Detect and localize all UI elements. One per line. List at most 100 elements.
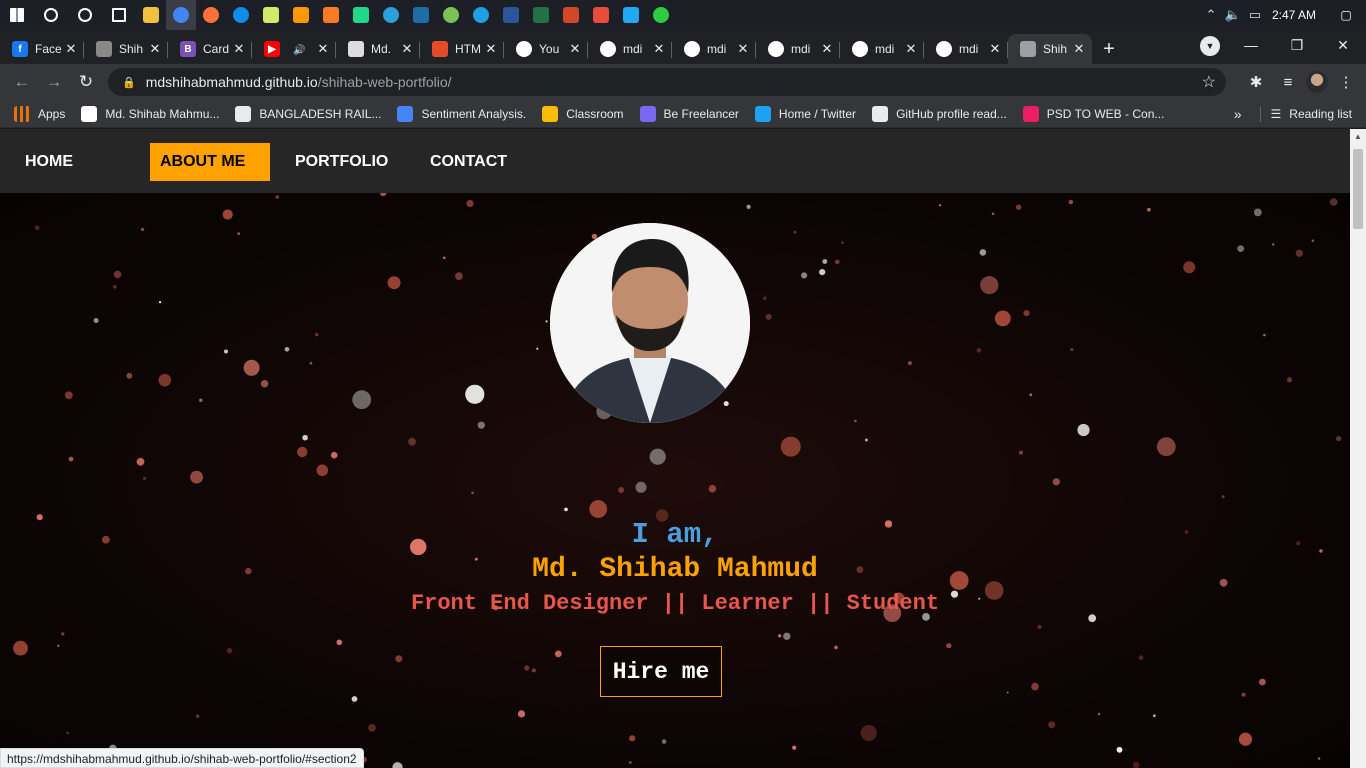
app-icon[interactable] xyxy=(406,0,436,30)
tab-title: Shih xyxy=(119,42,144,56)
cortana-icon[interactable] xyxy=(68,0,102,30)
browser-tab[interactable]: mdi ✕ xyxy=(840,34,924,64)
powerpoint-icon[interactable] xyxy=(556,0,586,30)
minimize-button[interactable]: — xyxy=(1228,30,1274,60)
close-tab-icon[interactable]: ✕ xyxy=(652,41,666,57)
close-tab-icon[interactable]: ✕ xyxy=(1072,41,1086,57)
chevron-up-icon[interactable]: ⌃ xyxy=(1200,0,1222,30)
app-grid-icon[interactable] xyxy=(586,0,616,30)
browser-tab[interactable]: Shih ✕ xyxy=(84,34,168,64)
close-tab-icon[interactable]: ✕ xyxy=(904,41,918,57)
lock-icon[interactable]: 🔒 xyxy=(122,76,136,89)
bookmark-item[interactable]: Md. Shihab Mahmu... xyxy=(81,105,219,122)
bookmark-item[interactable]: PSD TO WEB - Con... xyxy=(1022,105,1165,122)
extensions-icon[interactable]: ✱ xyxy=(1242,68,1270,96)
browser-tab[interactable]: HTM ✕ xyxy=(420,34,504,64)
menu-icon[interactable]: ⋮ xyxy=(1332,68,1360,96)
browser-tab[interactable]: mdi ✕ xyxy=(672,34,756,64)
network-icon[interactable]: ▭ xyxy=(1244,0,1266,30)
media-control-icon[interactable]: ≡ xyxy=(1274,68,1302,96)
close-tab-icon[interactable]: ✕ xyxy=(148,41,162,57)
tab-search-icon[interactable]: ▼ xyxy=(1200,36,1220,56)
volume-icon[interactable]: 🔈 xyxy=(1222,0,1244,30)
address-bar[interactable]: 🔒 mdshihabmahmud.github.io/shihab-web-po… xyxy=(108,68,1226,96)
close-tab-icon[interactable]: ✕ xyxy=(988,41,1002,57)
edge-icon[interactable] xyxy=(466,0,496,30)
browser-tab[interactable]: B Card ✕ xyxy=(168,34,252,64)
hire-me-button[interactable]: Hire me xyxy=(600,646,722,697)
scrollbar-thumb[interactable] xyxy=(1353,149,1363,229)
search-icon[interactable] xyxy=(34,0,68,30)
telegram-icon[interactable] xyxy=(376,0,406,30)
close-tab-icon[interactable]: ✕ xyxy=(736,41,750,57)
close-tab-icon[interactable]: ✕ xyxy=(232,41,246,57)
page-scrollbar[interactable]: ▲ xyxy=(1350,129,1366,768)
excel-icon[interactable] xyxy=(526,0,556,30)
close-tab-icon[interactable]: ✕ xyxy=(484,41,498,57)
sublime-icon[interactable] xyxy=(286,0,316,30)
browser-tab[interactable]: ▶ 🔊 ✕ xyxy=(252,34,336,64)
close-tab-icon[interactable]: ✕ xyxy=(64,41,78,57)
android-icon[interactable] xyxy=(436,0,466,30)
bookmark-item[interactable]: Home / Twitter xyxy=(754,105,856,122)
taskbar-icons xyxy=(0,0,676,30)
bookmark-item[interactable]: Classroom xyxy=(542,105,624,122)
profile-avatar[interactable] xyxy=(1306,71,1328,93)
browser-tab[interactable]: mdi ✕ xyxy=(756,34,840,64)
new-tab-button[interactable]: + xyxy=(1092,34,1126,64)
task-view-icon[interactable] xyxy=(102,0,136,30)
scroll-up-icon[interactable]: ▲ xyxy=(1350,129,1366,145)
reading-list-label[interactable]: Reading list xyxy=(1289,107,1352,121)
speaker-icon[interactable]: 🔊 xyxy=(293,45,305,56)
person-name: Md. Shihab Mahmud xyxy=(532,554,818,585)
close-tab-icon[interactable]: ✕ xyxy=(316,41,330,57)
forward-arrow-icon[interactable]: → xyxy=(38,66,70,98)
browser-tab[interactable]: mdi ✕ xyxy=(924,34,1008,64)
file-explorer-icon[interactable] xyxy=(136,0,166,30)
chrome-icon[interactable] xyxy=(166,0,196,30)
particle xyxy=(1070,348,1074,352)
nav-home[interactable]: HOME xyxy=(15,143,83,181)
notepad-icon[interactable] xyxy=(256,0,286,30)
notification-icon[interactable]: ▢ xyxy=(1326,0,1366,30)
more-bookmarks-icon[interactable]: » xyxy=(1234,106,1242,122)
bookmark-favicon-icon xyxy=(397,105,414,122)
browser-tab[interactable]: Shih ✕ xyxy=(1008,34,1092,64)
teamviewer-icon[interactable] xyxy=(226,0,256,30)
back-arrow-icon[interactable]: ← xyxy=(6,66,38,98)
vscode-icon[interactable] xyxy=(616,0,646,30)
bookmark-item[interactable]: Be Freelancer xyxy=(639,105,739,122)
reading-list-icon[interactable]: ☰ xyxy=(1271,107,1282,121)
firefox-icon[interactable] xyxy=(196,0,226,30)
bookmark-item[interactable]: GitHub profile read... xyxy=(872,105,1007,122)
bookmark-item[interactable]: BANGLADESH RAIL... xyxy=(235,105,381,122)
bookmark-star-icon[interactable]: ☆ xyxy=(1202,72,1216,92)
nav-contact[interactable]: CONTACT xyxy=(420,143,517,181)
close-tab-icon[interactable]: ✕ xyxy=(400,41,414,57)
close-tab-icon[interactable]: ✕ xyxy=(820,41,834,57)
particle xyxy=(854,419,857,423)
particle xyxy=(762,296,767,301)
xampp-icon[interactable] xyxy=(316,0,346,30)
particle xyxy=(387,276,401,290)
particle xyxy=(68,456,74,462)
nav-portfolio[interactable]: PORTFOLIO xyxy=(285,143,398,181)
browser-tab[interactable]: You ✕ xyxy=(504,34,588,64)
reload-icon[interactable]: ↻ xyxy=(70,66,102,98)
close-tab-icon[interactable]: ✕ xyxy=(568,41,582,57)
restore-button[interactable]: ❐ xyxy=(1274,30,1320,60)
pycharm-icon[interactable] xyxy=(346,0,376,30)
browser-tab[interactable]: Md. ✕ xyxy=(336,34,420,64)
browser-tab[interactable]: mdi ✕ xyxy=(588,34,672,64)
close-button[interactable]: ✕ xyxy=(1320,30,1366,60)
windows-start-icon[interactable] xyxy=(0,0,34,30)
bookmark-item[interactable]: Sentiment Analysis. xyxy=(397,105,526,122)
nav-about-me[interactable]: ABOUT ME xyxy=(150,143,270,181)
browser-tab[interactable]: f Face ✕ xyxy=(0,34,84,64)
page-viewport: HOME ABOUT ME PORTFOLIO CONTACT I am, Md… xyxy=(0,129,1350,768)
clock[interactable]: 2:47 AM xyxy=(1266,8,1326,22)
bookmark-label: PSD TO WEB - Con... xyxy=(1046,106,1165,121)
loader-icon[interactable] xyxy=(646,0,676,30)
apps-shortcut[interactable]: Apps xyxy=(14,105,65,122)
word-icon[interactable] xyxy=(496,0,526,30)
